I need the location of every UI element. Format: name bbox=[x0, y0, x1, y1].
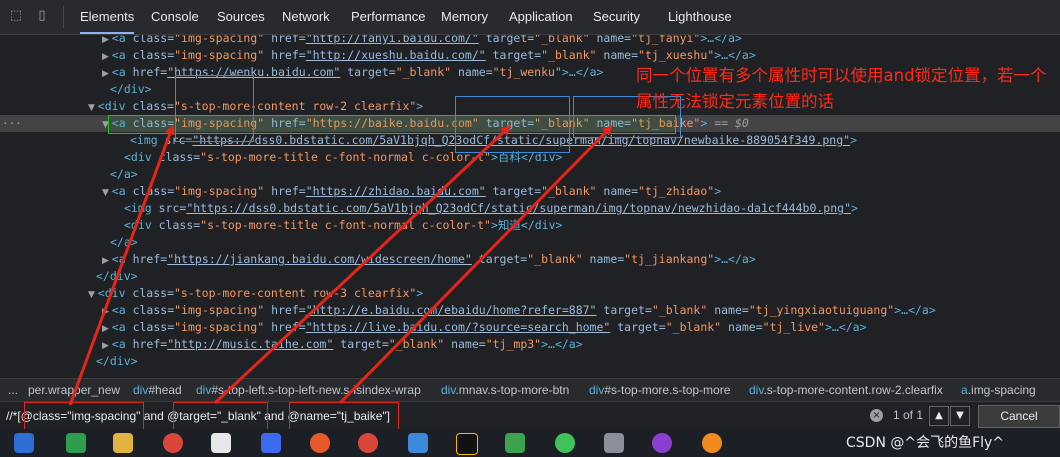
collapse-triangle-icon[interactable]: ▼ bbox=[88, 290, 98, 300]
devtools-tab-bar: ⬚ ▯ Elements Console Sources Network Per… bbox=[0, 0, 1060, 35]
tab-sources[interactable]: Sources bbox=[217, 0, 265, 34]
firefox-icon[interactable] bbox=[702, 433, 722, 453]
dom-node[interactable]: <div class="s-top-more-title c-font-norm… bbox=[0, 217, 1060, 234]
dom-node[interactable]: ▶ <a class="img-spacing" href="https://l… bbox=[0, 319, 1060, 336]
tab-security[interactable]: Security bbox=[593, 0, 640, 34]
pycharm-icon[interactable] bbox=[456, 433, 478, 455]
find-bar: × 1 of 1 ▲ ▼ Cancel bbox=[0, 401, 1060, 430]
devtools-window: ⬚ ▯ Elements Console Sources Network Per… bbox=[0, 0, 1060, 457]
next-match-button[interactable]: ▼ bbox=[950, 406, 970, 426]
breadcrumb-item[interactable]: div.mnav.s-top-more-btn bbox=[441, 379, 569, 401]
expand-triangle-icon[interactable]: ▶ bbox=[102, 341, 112, 351]
collapse-triangle-icon[interactable]: ▼ bbox=[88, 103, 98, 113]
breadcrumb-item[interactable]: div#head bbox=[133, 379, 182, 401]
os-taskbar: CSDN @^会飞的鱼Fly^ bbox=[0, 429, 1060, 457]
clear-search-icon[interactable]: × bbox=[870, 409, 883, 422]
previous-match-button[interactable]: ▲ bbox=[929, 406, 949, 426]
dom-node[interactable]: ▼ <div class="s-top-more-content row-3 c… bbox=[0, 285, 1060, 302]
app-icon[interactable] bbox=[66, 433, 86, 453]
app-icon[interactable] bbox=[505, 433, 525, 453]
expand-triangle-icon[interactable]: ▶ bbox=[102, 307, 112, 317]
expand-triangle-icon[interactable]: ▶ bbox=[102, 52, 112, 62]
tab-console[interactable]: Console bbox=[151, 0, 199, 34]
wechat-icon[interactable] bbox=[555, 433, 575, 453]
dom-node[interactable]: </div> bbox=[0, 353, 1060, 370]
collapse-triangle-icon[interactable]: ▼ bbox=[102, 188, 112, 198]
match-count: 1 of 1 bbox=[893, 408, 924, 422]
dom-node[interactable]: </a> bbox=[0, 234, 1060, 251]
expand-triangle-icon[interactable]: ▶ bbox=[102, 324, 112, 334]
breadcrumb-item[interactable]: div.s-top-more-content.row-2.clearfix bbox=[749, 379, 943, 401]
dom-node[interactable]: ▶ <a href="http://music.taihe.com" targe… bbox=[0, 336, 1060, 353]
app-icon[interactable] bbox=[408, 433, 428, 453]
cancel-search-button[interactable]: Cancel bbox=[978, 405, 1060, 428]
toolbar-divider bbox=[63, 6, 64, 28]
expand-triangle-icon[interactable]: ▶ bbox=[102, 35, 112, 45]
dom-node[interactable]: ▶ <a class="img-spacing" href="http://xu… bbox=[0, 47, 1060, 64]
dom-node[interactable]: ▶ <a href="https://jiankang.baidu.com/wi… bbox=[0, 251, 1060, 268]
breadcrumb: ... per.wrapper_new div#head div#s-top-l… bbox=[0, 378, 1060, 401]
breadcrumb-item[interactable]: div#s-top-more.s-top-more bbox=[589, 379, 730, 401]
tab-performance[interactable]: Performance bbox=[351, 0, 425, 34]
chrome-icon[interactable] bbox=[358, 433, 378, 453]
breadcrumb-item-current[interactable]: a.img-spacing bbox=[961, 379, 1036, 401]
breadcrumb-overflow[interactable]: ... bbox=[8, 379, 18, 401]
dom-node[interactable]: </a> bbox=[0, 166, 1060, 183]
expand-triangle-icon[interactable]: ▶ bbox=[102, 256, 112, 266]
more-options-icon[interactable]: ··· bbox=[2, 115, 22, 132]
file-explorer-icon[interactable] bbox=[113, 433, 133, 453]
breadcrumb-item[interactable]: div#s-top-left.s-top-left-new.s-isindex-… bbox=[196, 379, 421, 401]
tab-lighthouse[interactable]: Lighthouse bbox=[668, 0, 732, 34]
chrome-icon[interactable] bbox=[163, 433, 183, 453]
tab-memory[interactable]: Memory bbox=[441, 0, 488, 34]
inspect-element-icon[interactable]: ⬚ bbox=[8, 8, 24, 24]
app-icon[interactable] bbox=[261, 433, 281, 453]
windows-start-icon[interactable] bbox=[14, 433, 34, 453]
app-icon[interactable] bbox=[652, 433, 672, 453]
device-toolbar-icon[interactable]: ▯ bbox=[34, 8, 50, 24]
target-attribute-highlight bbox=[455, 96, 570, 153]
watermark: CSDN @^会飞的鱼Fly^ bbox=[846, 435, 1005, 451]
expand-triangle-icon[interactable]: ▶ bbox=[102, 69, 112, 79]
app-icon[interactable] bbox=[604, 433, 624, 453]
dom-node[interactable]: </div> bbox=[0, 268, 1060, 285]
tab-network[interactable]: Network bbox=[282, 0, 330, 34]
app-icon[interactable] bbox=[211, 433, 231, 453]
breadcrumb-item[interactable]: per.wrapper_new bbox=[28, 379, 120, 401]
annotation-note: 同一个位置有多个属性时可以使用and锁定位置，若一个属性无法锁定元素位置的话 bbox=[636, 66, 1047, 111]
dom-node[interactable]: <img src="https://dss0.bdstatic.com/5aV1… bbox=[0, 200, 1060, 217]
dom-node[interactable]: ▶ <a class="img-spacing" href="http://fa… bbox=[0, 35, 1060, 47]
app-icon[interactable] bbox=[310, 433, 330, 453]
dom-node[interactable]: ▶ <a class="img-spacing" href="http://e.… bbox=[0, 302, 1060, 319]
tab-application[interactable]: Application bbox=[509, 0, 573, 34]
tab-elements[interactable]: Elements bbox=[80, 0, 135, 34]
dom-node[interactable]: ▼ <a class="img-spacing" href="https://z… bbox=[0, 183, 1060, 200]
class-attribute-highlight bbox=[175, 75, 254, 142]
